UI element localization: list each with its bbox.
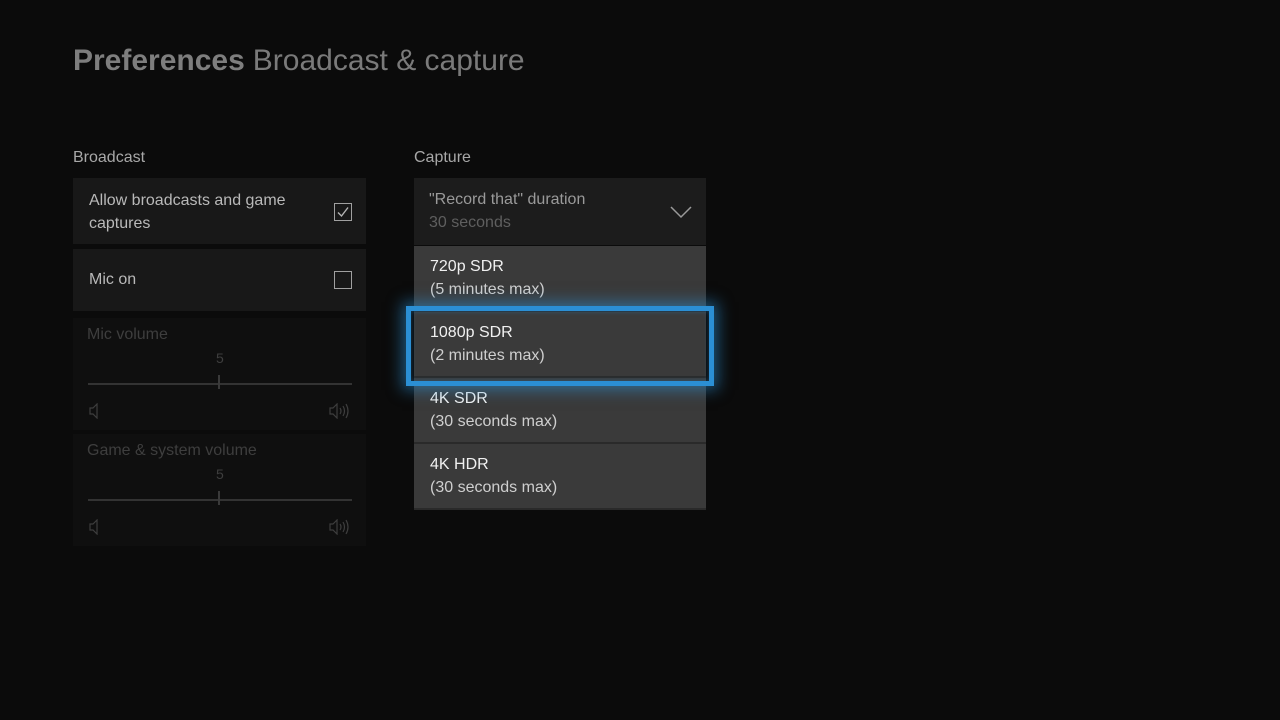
mic-volume-track — [88, 383, 352, 385]
mic-on-checkbox[interactable] — [334, 271, 352, 289]
page-title: Preferences Broadcast & capture — [73, 44, 525, 78]
dropdown-title: "Record that" duration — [429, 191, 586, 208]
game-volume-track — [88, 499, 352, 501]
option-subtitle: (30 seconds max) — [430, 479, 558, 496]
option-title: 4K HDR — [430, 456, 489, 473]
volume-low-icon — [89, 402, 101, 422]
mic-on-toggle[interactable]: Mic on — [73, 249, 366, 311]
mic-volume-label: Mic volume — [87, 326, 168, 343]
allow-broadcasts-checkbox[interactable] — [334, 203, 352, 221]
option-subtitle: (2 minutes max) — [430, 347, 545, 364]
volume-high-icon — [329, 518, 353, 538]
game-volume-slider-panel: Game & system volume 5 — [73, 434, 366, 546]
breadcrumb-broadcast-capture: Broadcast & capture — [252, 44, 525, 77]
option-4k-sdr[interactable]: 4K SDR (30 seconds max) — [414, 378, 706, 444]
checkmark-icon — [337, 207, 349, 218]
chevron-down-icon — [670, 206, 692, 219]
volume-high-icon — [329, 402, 353, 422]
option-subtitle: (5 minutes max) — [430, 281, 545, 298]
option-4k-hdr[interactable]: 4K HDR (30 seconds max) — [414, 444, 706, 510]
breadcrumb-preferences: Preferences — [73, 44, 245, 77]
option-title: 4K SDR — [430, 390, 488, 407]
dropdown-current-value: 30 seconds — [429, 214, 511, 231]
option-title: 1080p SDR — [430, 324, 513, 341]
game-volume-value: 5 — [216, 466, 224, 482]
broadcast-section-label: Broadcast — [73, 149, 146, 166]
mic-on-label: Mic on — [89, 271, 137, 288]
allow-broadcasts-toggle[interactable]: Allow broadcasts and game captures — [73, 178, 366, 244]
capture-options-list: 720p SDR (5 minutes max) 1080p SDR (2 mi… — [414, 246, 706, 510]
option-1080p-sdr[interactable]: 1080p SDR (2 minutes max) — [414, 312, 706, 378]
option-subtitle: (30 seconds max) — [430, 413, 558, 430]
volume-low-icon — [89, 518, 101, 538]
capture-section-label: Capture — [414, 149, 471, 166]
game-volume-thumb — [218, 491, 220, 505]
mic-volume-thumb — [218, 375, 220, 389]
allow-broadcasts-label: Allow broadcasts and game captures — [89, 192, 286, 232]
option-title: 720p SDR — [430, 258, 504, 275]
mic-volume-slider-panel: Mic volume 5 — [73, 318, 366, 430]
game-volume-label: Game & system volume — [87, 442, 257, 459]
record-that-duration-dropdown[interactable]: "Record that" duration 30 seconds — [414, 178, 706, 245]
option-720p-sdr[interactable]: 720p SDR (5 minutes max) — [414, 246, 706, 312]
mic-volume-value: 5 — [216, 350, 224, 366]
